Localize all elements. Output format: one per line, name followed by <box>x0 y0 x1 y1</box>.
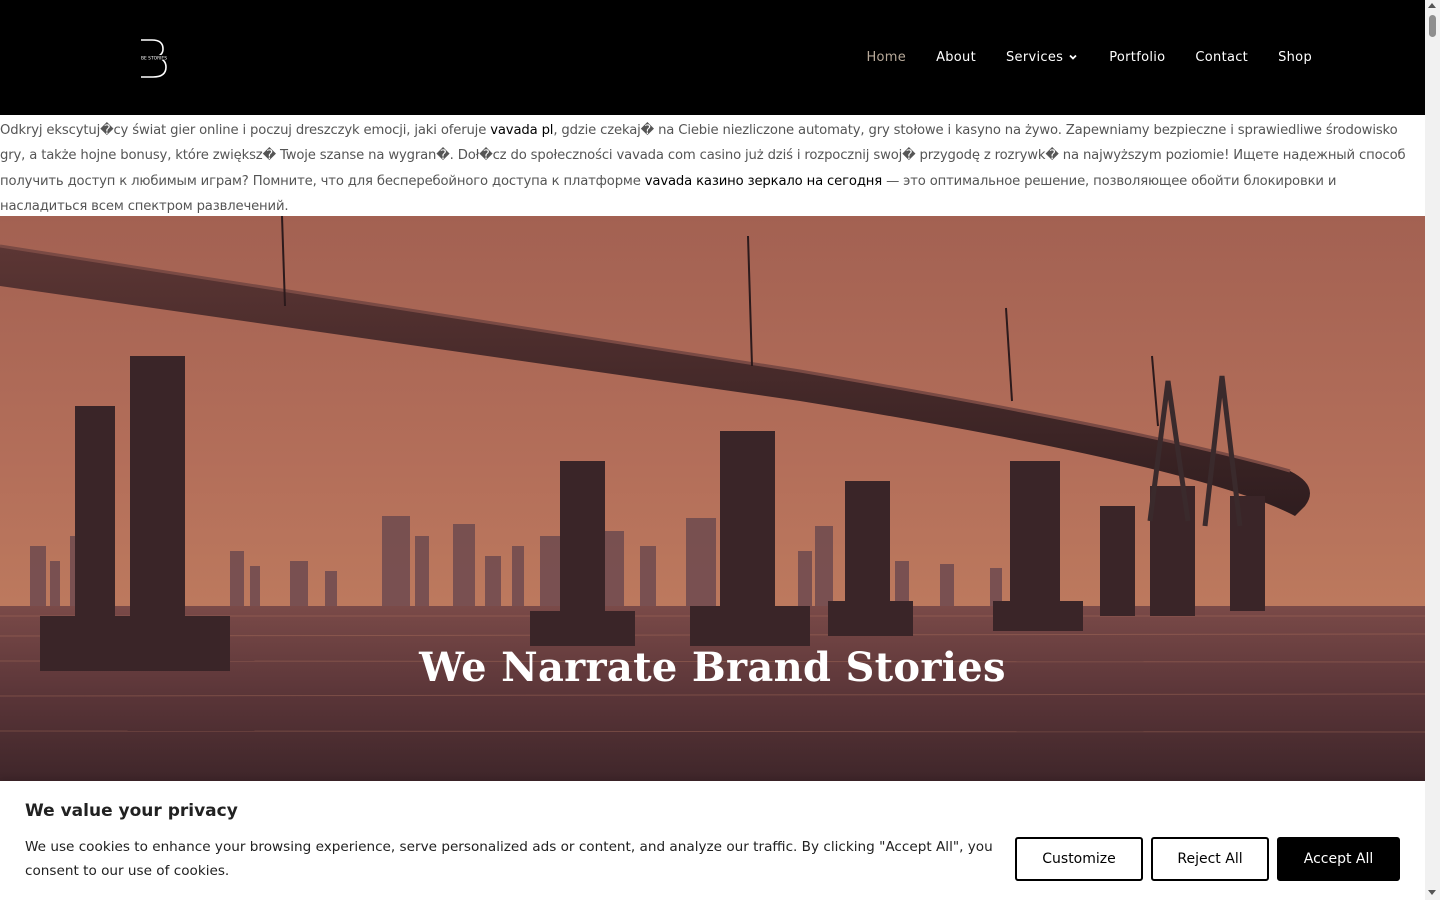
intro-paragraph: Odkryj ekscytuj�cy świat gier online i p… <box>0 115 1425 216</box>
nav-about[interactable]: About <box>936 50 976 65</box>
scroll-thumb[interactable] <box>1429 15 1436 37</box>
vavada-mirror-link[interactable]: vavada казино зеркало на сегодня <box>645 174 882 189</box>
vavada-pl-link[interactable]: vavada pl <box>490 123 553 138</box>
nav-shop-label: Shop <box>1278 49 1312 65</box>
logo-mark-icon: BE STORIES <box>136 39 172 78</box>
cookie-title: We value your privacy <box>25 801 238 821</box>
nav-home-label: Home <box>866 49 907 65</box>
cookie-banner: We value your privacy We use cookies to … <box>0 781 1425 900</box>
cookie-text: We use cookies to enhance your browsing … <box>25 839 993 879</box>
customize-button[interactable]: Customize <box>1015 837 1143 881</box>
nav-contact-label: Contact <box>1195 49 1249 65</box>
nav-services[interactable]: Services <box>1006 50 1079 65</box>
reject-all-button[interactable]: Reject All <box>1151 837 1269 881</box>
nav-services-label: Services <box>1006 49 1064 65</box>
site-header: BE STORIES Home About Services Portfolio… <box>0 0 1425 115</box>
nav-shop[interactable]: Shop <box>1278 50 1312 65</box>
site-logo[interactable]: BE STORIES <box>136 38 172 78</box>
hero-bridge-image <box>0 216 1425 786</box>
page-scrollbar[interactable] <box>1425 0 1440 900</box>
scroll-up-arrow-icon[interactable] <box>1428 3 1436 8</box>
intro-text-1: Odkryj ekscytuj�cy świat gier online i p… <box>0 123 491 138</box>
page: BE STORIES Home About Services Portfolio… <box>0 0 1425 900</box>
nav-contact[interactable]: Contact <box>1195 50 1248 65</box>
nav-portfolio-label: Portfolio <box>1109 49 1166 65</box>
hero-title: We Narrate Brand Stories <box>419 644 1006 691</box>
main-nav: Home About Services Portfolio Contact Sh… <box>836 47 1312 67</box>
accept-all-button[interactable]: Accept All <box>1277 837 1400 881</box>
scroll-down-arrow-icon[interactable] <box>1428 890 1436 895</box>
nav-portfolio[interactable]: Portfolio <box>1109 50 1165 65</box>
nav-about-label: About <box>936 49 976 65</box>
chevron-down-icon <box>1069 54 1077 60</box>
nav-home[interactable]: Home <box>866 50 906 65</box>
svg-text:BE STORIES: BE STORIES <box>141 55 167 61</box>
hero-section: We Narrate Brand Stories <box>0 216 1425 786</box>
